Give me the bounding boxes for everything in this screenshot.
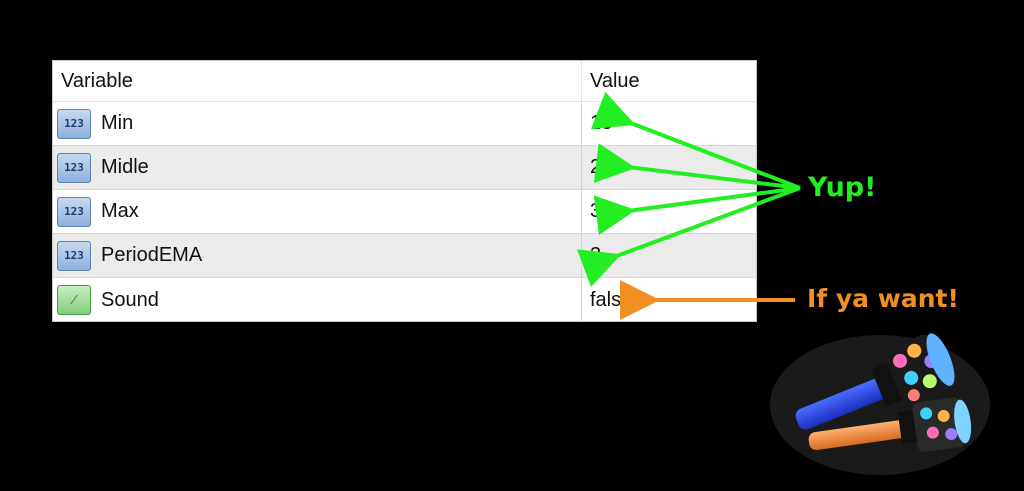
annotation-arrows [577, 91, 990, 475]
yup-annotation: Yup! [808, 172, 877, 203]
yup-arrow [577, 186, 801, 287]
if-ya-want-annotation: If ya want! [807, 284, 959, 313]
party-blower-illustration [770, 333, 990, 475]
